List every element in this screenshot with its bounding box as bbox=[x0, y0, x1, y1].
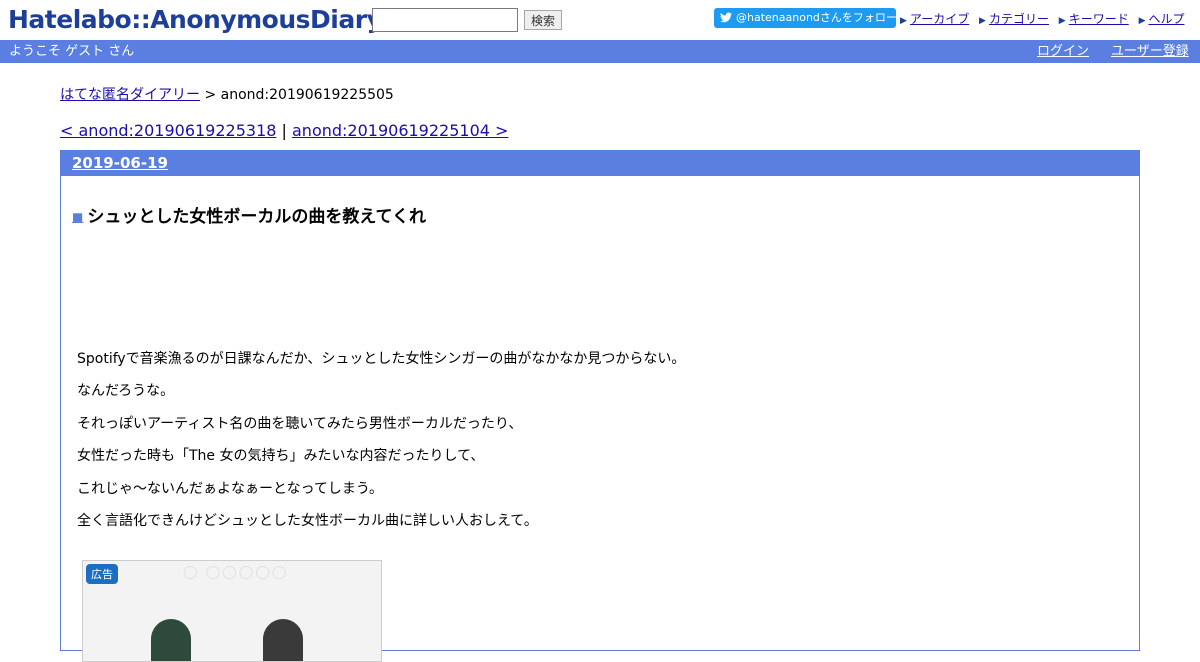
top-nav: ▶ アーカイブ ▶ カテゴリー ▶ キーワード ▶ ヘルプ bbox=[900, 10, 1191, 27]
signup-link[interactable]: ユーザー登録 bbox=[1111, 40, 1189, 63]
user-bar: ようこそ ゲスト さん ログイン ユーザー登録 bbox=[0, 40, 1200, 63]
arrow-icon: ▶ bbox=[900, 16, 907, 26]
next-entry-link[interactable]: anond:20190619225104 > bbox=[292, 121, 508, 140]
nav-archive[interactable]: アーカイブ bbox=[910, 12, 969, 26]
site-header: Hatelabo::AnonymousDiary 検索 @hatenaanond… bbox=[0, 0, 1200, 40]
entry-title-text: シュッとした女性ボーカルの曲を教えてくれ bbox=[87, 207, 426, 227]
search-input[interactable] bbox=[372, 8, 518, 32]
ad-badge: 広告 bbox=[86, 564, 118, 584]
permalink-icon[interactable]: ■ bbox=[72, 210, 83, 224]
twitter-follow-button[interactable]: @hatenaanondさんをフォロー bbox=[714, 8, 897, 28]
breadcrumb-sep: > bbox=[200, 87, 221, 103]
body-line: これじゃ〜ないんだぁよなぁーとなってしまう。 bbox=[77, 480, 384, 497]
body-line: 全く言語化できんけどシュッとした女性ボーカル曲に詳しい人おしえて。 bbox=[77, 512, 538, 529]
entry-title: ■ シュッとした女性ボーカルの曲を教えてくれ bbox=[72, 202, 426, 227]
body-line: それっぽいアーティスト名の曲を聴いてみたら男性ボーカルだったり、 bbox=[77, 415, 523, 432]
ad-banner[interactable]: ◯ ◯◯◯◯◯ 広告 bbox=[82, 560, 382, 662]
entry-box: 2019-06-19 ■ シュッとした女性ボーカルの曲を教えてくれ Spotify… bbox=[60, 150, 1140, 662]
arrow-icon: ▶ bbox=[1058, 16, 1066, 26]
nav-help[interactable]: ヘルプ bbox=[1148, 12, 1184, 26]
person-image bbox=[151, 619, 191, 661]
arrow-icon: ▶ bbox=[1138, 16, 1146, 26]
date-bar: 2019-06-19 bbox=[61, 150, 1139, 176]
body-line: なんだろうな。 bbox=[77, 383, 175, 400]
entry-date[interactable]: 2019-06-19 bbox=[72, 154, 168, 172]
twitter-icon bbox=[720, 12, 732, 23]
breadcrumb: はてな匿名ダイアリー > anond:20190619225505 bbox=[60, 84, 394, 104]
nav-keyword[interactable]: キーワード bbox=[1069, 12, 1129, 26]
welcome-text: ようこそ ゲスト さん bbox=[9, 44, 135, 59]
body-line: Spotifyで音楽漁るのが日課なんだか、シュッとした女性シンガーの曲がなかなか… bbox=[77, 351, 686, 367]
login-link[interactable]: ログイン bbox=[1037, 40, 1089, 63]
breadcrumb-current: anond:20190619225505 bbox=[220, 87, 394, 103]
search-button[interactable]: 検索 bbox=[524, 10, 562, 30]
pager-sep: | bbox=[276, 121, 292, 140]
entry-body: Spotifyで音楽漁るのが日課なんだか、シュッとした女性シンガーの曲がなかなか… bbox=[77, 349, 685, 543]
nav-category[interactable]: カテゴリー bbox=[989, 12, 1049, 26]
arrow-icon: ▶ bbox=[979, 16, 986, 26]
site-logo[interactable]: Hatelabo::AnonymousDiary bbox=[8, 3, 383, 37]
person-image bbox=[263, 619, 303, 661]
breadcrumb-home[interactable]: はてな匿名ダイアリー bbox=[60, 87, 200, 103]
body-line: 女性だった時も「The 女の気持ち」みたいな内容だったりして、 bbox=[77, 448, 485, 465]
ad-logo-icon: ◯ ◯◯◯◯◯ bbox=[183, 565, 289, 580]
entry-pager: < anond:20190619225318 | anond:201906192… bbox=[60, 121, 508, 140]
prev-entry-link[interactable]: < anond:20190619225318 bbox=[60, 121, 276, 140]
follow-label: @hatenaanondさんをフォロー bbox=[736, 11, 897, 24]
